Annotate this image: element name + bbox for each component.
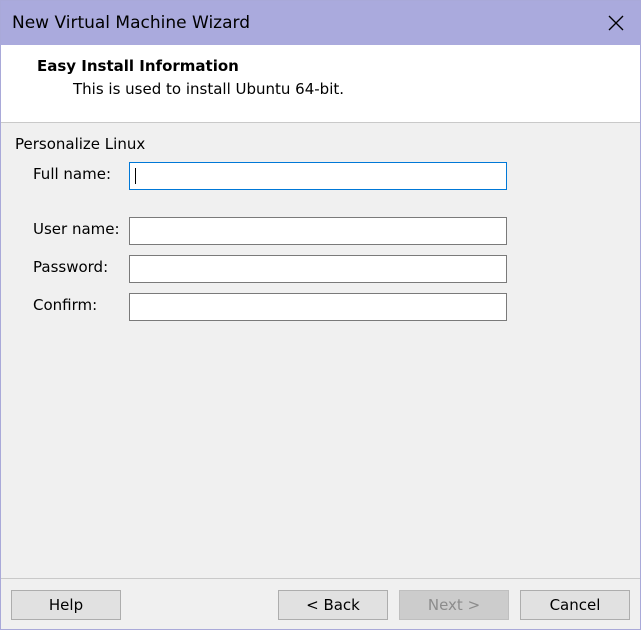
text-caret: [135, 168, 136, 184]
confirm-input[interactable]: [129, 293, 507, 321]
cancel-button[interactable]: Cancel: [520, 590, 630, 620]
close-button[interactable]: [592, 1, 640, 45]
user-name-label: User name:: [33, 220, 120, 238]
header-subtitle: This is used to install Ubuntu 64-bit.: [73, 80, 345, 98]
footer-divider: [1, 578, 640, 579]
wizard-window: New Virtual Machine Wizard Easy Install …: [0, 0, 641, 630]
title-bar: New Virtual Machine Wizard: [1, 1, 640, 45]
password-input[interactable]: [129, 255, 507, 283]
next-button[interactable]: Next >: [399, 590, 509, 620]
user-name-input[interactable]: [129, 217, 507, 245]
wizard-header: Easy Install Information This is used to…: [1, 45, 640, 123]
full-name-label: Full name:: [33, 165, 112, 183]
help-button[interactable]: Help: [11, 590, 121, 620]
confirm-label: Confirm:: [33, 296, 98, 314]
window-title: New Virtual Machine Wizard: [12, 13, 250, 33]
wizard-content: Personalize Linux Full name: User name: …: [1, 123, 640, 578]
password-label: Password:: [33, 258, 109, 276]
header-title: Easy Install Information: [37, 57, 239, 75]
full-name-input[interactable]: [129, 162, 507, 190]
section-label: Personalize Linux: [15, 135, 146, 153]
back-button[interactable]: < Back: [278, 590, 388, 620]
close-icon: [608, 15, 624, 31]
